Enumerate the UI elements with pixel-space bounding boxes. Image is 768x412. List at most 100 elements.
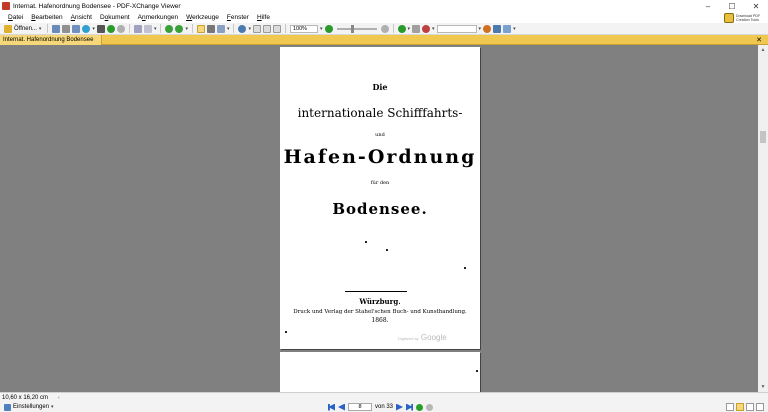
undo-icon[interactable] — [133, 24, 142, 33]
stamp-icon[interactable] — [422, 24, 431, 33]
chevron-down-icon[interactable]: ▾ — [227, 26, 230, 32]
zoom-out-icon[interactable] — [380, 24, 389, 33]
continuous-view-icon[interactable] — [736, 403, 744, 411]
single-page-view-icon[interactable] — [726, 403, 734, 411]
page-navigation: 8 von 33 — [328, 402, 434, 412]
settings-button[interactable]: Einstellungen ▾ — [4, 402, 54, 412]
chevron-down-icon[interactable]: ▾ — [248, 26, 251, 32]
maximize-button[interactable]: ☐ — [720, 0, 744, 12]
menu-ansicht[interactable]: Ansicht — [67, 14, 96, 21]
open-button[interactable]: Öffnen... ▾ — [2, 24, 43, 33]
snapshot-icon[interactable] — [216, 24, 225, 33]
close-button[interactable]: ✕ — [744, 0, 768, 12]
toolbar-separator — [233, 24, 235, 33]
menu-datei[interactable]: Datei — [4, 14, 27, 21]
toolbar-separator — [160, 24, 162, 33]
fit-page-icon[interactable] — [263, 24, 271, 33]
print-speck — [285, 331, 287, 333]
tab-label: Internat. Hafenordnung Bodensee — [3, 37, 94, 43]
menu-label: kument — [108, 14, 130, 21]
next-view-icon[interactable] — [426, 403, 434, 411]
menu-label: earbeiten — [35, 14, 63, 21]
settings-icon — [4, 403, 11, 411]
email-icon[interactable] — [72, 24, 81, 33]
menu-label: ilfe — [261, 14, 270, 21]
select-text-icon[interactable] — [206, 24, 215, 33]
redo-icon[interactable] — [143, 24, 152, 33]
main-toolbar: Öffnen... ▾ ▾ ▾ ▾ ▾ ▾ 100% ▾ ▾ ▾ ▾ ▾ — [0, 23, 768, 35]
menu-label: atei — [12, 14, 24, 21]
scroll-left-icon[interactable]: ‹ — [58, 395, 60, 401]
print-speck — [386, 249, 388, 251]
zoom-slider[interactable] — [336, 24, 377, 33]
search-icon[interactable] — [483, 24, 492, 33]
tab-document[interactable]: Internat. Hafenordnung Bodensee — [0, 35, 102, 45]
continuous-facing-view-icon[interactable] — [756, 403, 764, 411]
fit-width-icon[interactable] — [273, 24, 281, 33]
toolbar-separator — [191, 24, 193, 33]
menu-anmerkungen[interactable]: Anmerkungen — [134, 14, 183, 21]
facing-view-icon[interactable] — [746, 403, 754, 411]
save-icon[interactable] — [52, 24, 61, 33]
chevron-down-icon[interactable]: ▾ — [408, 26, 411, 32]
hand-tool-icon[interactable] — [196, 24, 205, 33]
window-title: Internat. Hafenordnung Bodensee - PDF-XC… — [13, 2, 181, 10]
zoom-input[interactable]: 100% — [290, 24, 318, 33]
page-text-year: 1868. — [371, 317, 389, 324]
rotate-left-icon[interactable] — [165, 24, 174, 33]
back-icon[interactable] — [106, 24, 115, 33]
menu-werkzeuge[interactable]: Werkzeuge — [182, 14, 223, 21]
globe-icon[interactable] — [82, 24, 91, 33]
comment-icon[interactable] — [412, 24, 421, 33]
vertical-scrollbar[interactable]: ▲ ▼ — [758, 45, 768, 392]
toolbar-separator — [392, 24, 394, 33]
forward-icon[interactable] — [116, 24, 125, 33]
pdf-page: Die internationale Schifffahrts- und Haf… — [280, 47, 480, 349]
zoom-in-icon[interactable] — [324, 24, 333, 33]
chevron-down-icon[interactable]: ▾ — [185, 26, 188, 32]
chevron-down-icon[interactable]: ▾ — [92, 26, 95, 32]
google-watermark: Digitized by Google — [398, 333, 447, 342]
chevron-down-icon: ▾ — [38, 25, 42, 32]
chevron-down-icon[interactable]: ▾ — [432, 26, 435, 32]
scroll-up-icon[interactable]: ▲ — [758, 45, 768, 55]
print-speck — [464, 267, 466, 269]
menu-label: merkungen — [145, 14, 179, 21]
menu-dokument[interactable]: Dokument — [96, 14, 134, 21]
first-page-icon[interactable] — [328, 403, 335, 411]
document-viewport[interactable]: Die internationale Schifffahrts- und Haf… — [0, 45, 758, 392]
chevron-down-icon[interactable]: ▾ — [154, 26, 157, 32]
minimize-button[interactable]: – — [696, 0, 720, 12]
pdf-tools-icon — [724, 13, 734, 23]
bookmark-icon[interactable] — [503, 24, 512, 33]
chevron-down-icon[interactable]: ▾ — [320, 26, 323, 32]
page-text-bodensee: Bodensee. — [332, 200, 428, 218]
scan-icon[interactable] — [96, 24, 105, 33]
zoom-tool-icon[interactable] — [238, 24, 247, 33]
previous-view-icon[interactable] — [416, 403, 424, 411]
page-text-die: Die — [372, 82, 388, 92]
menu-label: nsicht — [74, 14, 92, 21]
document-tab-bar: Internat. Hafenordnung Bodensee ✕ — [0, 35, 768, 45]
play-icon[interactable] — [397, 24, 406, 33]
chevron-down-icon[interactable]: ▾ — [479, 26, 482, 32]
next-page-icon[interactable] — [396, 403, 404, 411]
download-pdf-tools-button[interactable]: Download PDF Creation Tools — [724, 13, 764, 23]
chevron-down-icon[interactable]: ▾ — [513, 26, 516, 32]
scrollbar-thumb[interactable] — [760, 131, 766, 143]
menu-hilfe[interactable]: Hilfe — [253, 14, 274, 21]
actual-size-icon[interactable] — [253, 24, 261, 33]
page-number-input[interactable]: 8 — [348, 403, 372, 411]
last-page-icon[interactable] — [406, 403, 414, 411]
find-next-icon[interactable] — [493, 24, 502, 33]
open-label: Öffnen... — [14, 25, 37, 32]
previous-page-icon[interactable] — [338, 403, 345, 411]
scroll-down-icon[interactable]: ▼ — [758, 382, 768, 392]
search-input[interactable] — [436, 24, 477, 33]
watermark-small-text: Digitized by — [398, 336, 419, 341]
print-icon[interactable] — [62, 24, 71, 33]
menu-fenster[interactable]: Fenster — [223, 14, 253, 21]
menu-bearbeiten[interactable]: Bearbeiten — [27, 14, 66, 21]
rotate-right-icon[interactable] — [175, 24, 184, 33]
close-tab-icon[interactable]: ✕ — [754, 35, 764, 45]
